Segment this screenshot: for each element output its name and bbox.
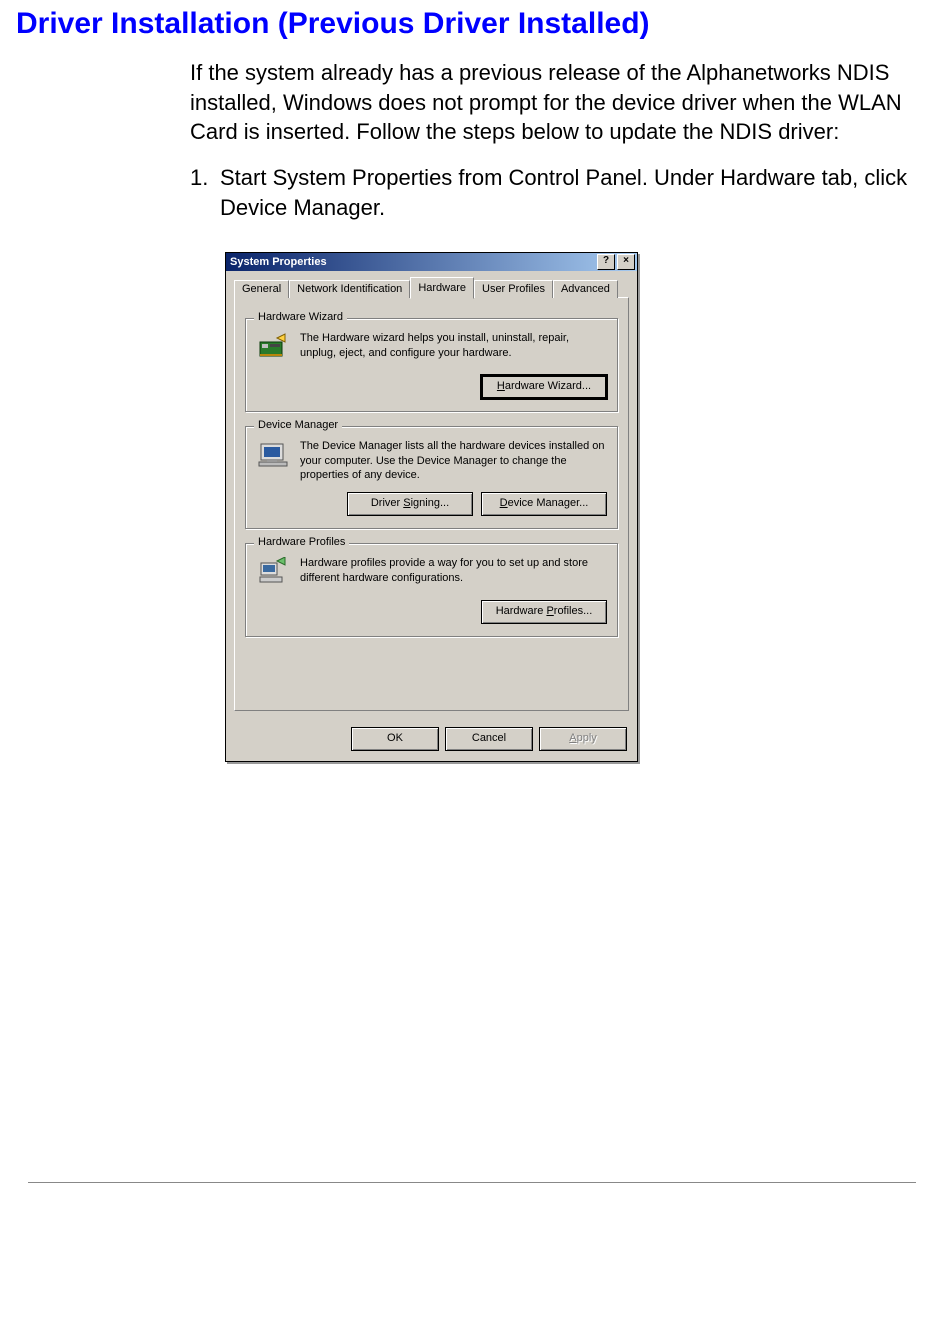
computer-icon [256, 439, 290, 473]
hardware-wizard-button[interactable]: Hardware Wizard... [481, 375, 607, 399]
tab-user-profiles[interactable]: User Profiles [474, 280, 553, 298]
hardware-profiles-button[interactable]: Hardware Profiles... [481, 600, 607, 624]
driver-signing-button[interactable]: Driver Signing... [347, 492, 473, 516]
tab-network-identification[interactable]: Network Identification [289, 280, 410, 298]
group-hardware-profiles-title: Hardware Profiles [254, 536, 349, 548]
page-title: Driver Installation (Previous Driver Ins… [16, 6, 944, 42]
system-properties-dialog: System Properties ? × General Network Id… [225, 252, 638, 762]
step-text: Start System Properties from Control Pan… [220, 163, 920, 222]
dialog-footer: OK Cancel Apply [226, 719, 637, 761]
tab-advanced[interactable]: Advanced [553, 280, 618, 298]
step-number: 1. [190, 163, 220, 222]
group-hardware-wizard-title: Hardware Wizard [254, 311, 347, 323]
apply-button[interactable]: Apply [539, 727, 627, 751]
hardware-profile-icon [256, 556, 290, 590]
titlebar: System Properties ? × [226, 253, 637, 271]
page-footer-rule [28, 1182, 916, 1183]
tab-strip: General Network Identification Hardware … [234, 277, 629, 298]
close-button[interactable]: × [617, 254, 635, 270]
group-device-manager-title: Device Manager [254, 419, 342, 431]
tab-general[interactable]: General [234, 280, 289, 298]
hardware-card-icon [256, 331, 290, 365]
tab-panel-hardware: Hardware Wizard [234, 297, 629, 711]
help-button[interactable]: ? [597, 254, 615, 270]
hw-wizard-btn-rest: ardware Wizard... [505, 380, 591, 392]
ok-button[interactable]: OK [351, 727, 439, 751]
dialog-title: System Properties [230, 256, 595, 268]
tab-hardware[interactable]: Hardware [410, 277, 474, 299]
hardware-profiles-desc: Hardware profiles provide a way for you … [300, 556, 607, 590]
cancel-button[interactable]: Cancel [445, 727, 533, 751]
intro-paragraph: If the system already has a previous rel… [190, 58, 904, 147]
device-manager-desc: The Device Manager lists all the hardwar… [300, 439, 607, 482]
step-1: 1. Start System Properties from Control … [190, 163, 920, 222]
device-manager-button[interactable]: Device Manager... [481, 492, 607, 516]
group-hardware-wizard: Hardware Wizard [245, 318, 618, 412]
group-hardware-profiles: Hardware Profiles Hardware profil [245, 543, 618, 637]
group-device-manager: Device Manager The Device Manager [245, 426, 618, 529]
hardware-wizard-desc: The Hardware wizard helps you install, u… [300, 331, 607, 365]
